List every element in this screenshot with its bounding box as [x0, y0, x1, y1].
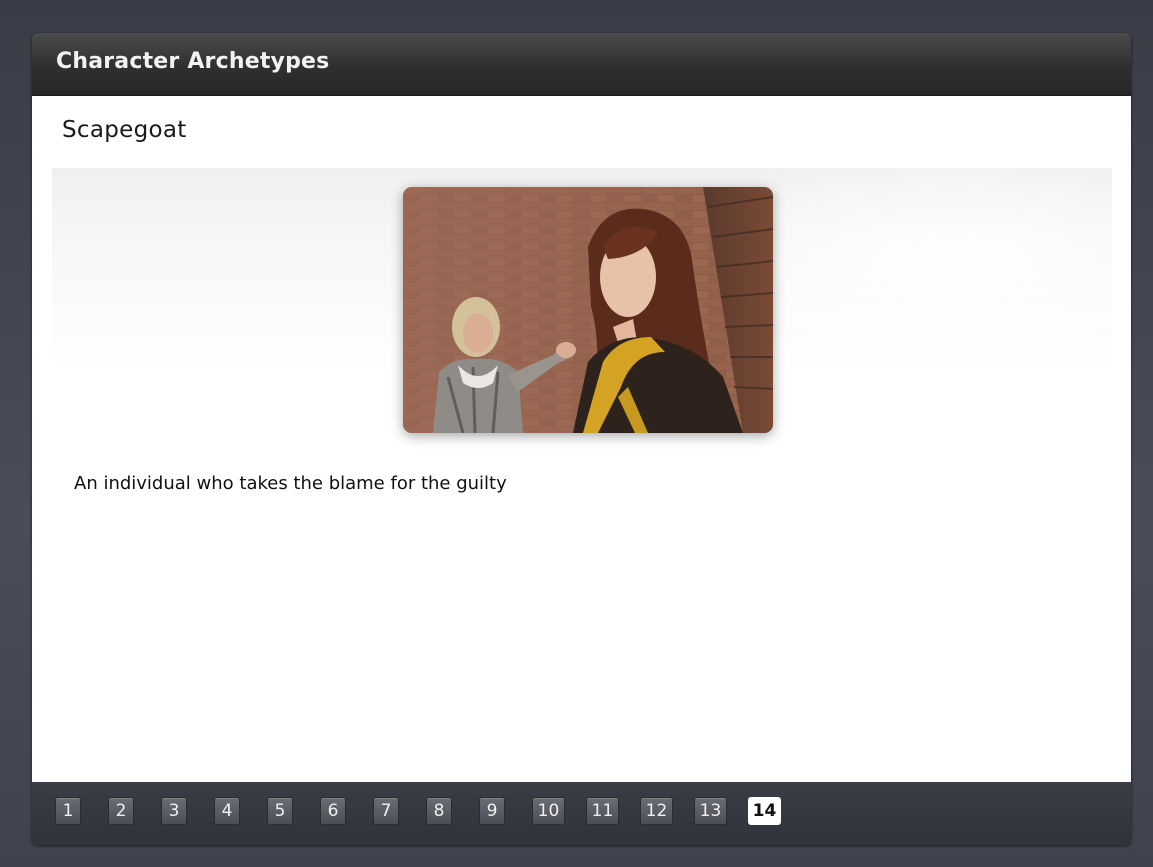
page-button-8[interactable]: 8	[426, 797, 452, 825]
page-button-13[interactable]: 13	[694, 797, 727, 825]
slide-description: An individual who takes the blame for th…	[74, 473, 507, 494]
page-button-list: 1 2 3 4 5 6 7 8 9 10 11 12 13 14	[55, 797, 802, 825]
scapegoat-photo	[403, 187, 773, 433]
page-button-5[interactable]: 5	[267, 797, 293, 825]
page-button-7[interactable]: 7	[373, 797, 399, 825]
app-frame: Character Archetypes Scapegoat An indivi…	[32, 33, 1131, 845]
window-title: Character Archetypes	[56, 49, 330, 74]
page-button-1[interactable]: 1	[55, 797, 81, 825]
page-button-6[interactable]: 6	[320, 797, 346, 825]
slide-content: Scapegoat An individual who takes the bl…	[32, 96, 1131, 782]
slide-heading: Scapegoat	[62, 117, 187, 143]
page-button-3[interactable]: 3	[161, 797, 187, 825]
page-navigation: 1 2 3 4 5 6 7 8 9 10 11 12 13 14	[32, 782, 1131, 845]
photo-illustration	[403, 187, 773, 433]
page-button-2[interactable]: 2	[108, 797, 134, 825]
page-button-11[interactable]: 11	[586, 797, 619, 825]
title-bar: Character Archetypes	[32, 33, 1131, 96]
page-button-12[interactable]: 12	[640, 797, 673, 825]
page-button-4[interactable]: 4	[214, 797, 240, 825]
page-button-10[interactable]: 10	[532, 797, 565, 825]
page-button-9[interactable]: 9	[479, 797, 505, 825]
page-button-14-current[interactable]: 14	[748, 797, 781, 825]
